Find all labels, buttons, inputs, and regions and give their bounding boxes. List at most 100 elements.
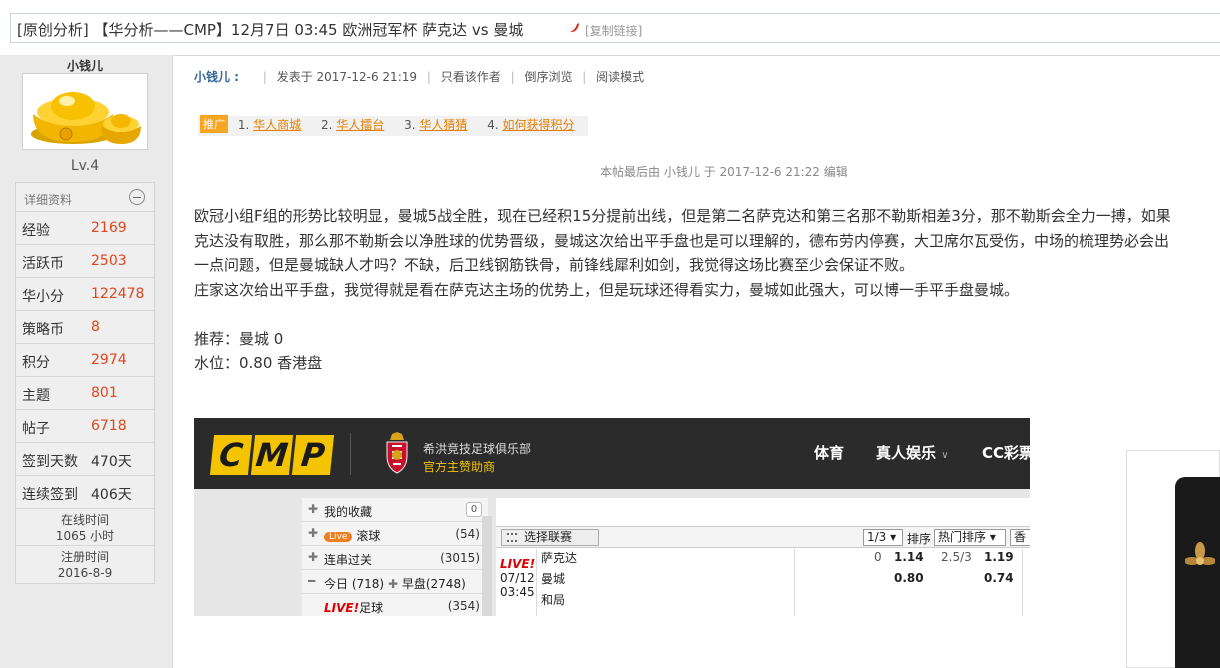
promo-item: 2. 华人擂台 — [321, 118, 384, 132]
online-value: 1065 小时 — [55, 529, 115, 543]
register-time: 注册时间 2016-8-9 — [16, 546, 154, 583]
stat-value[interactable]: 2974 — [91, 352, 127, 368]
menu-text: 滚球 — [356, 529, 381, 543]
chevron-down-icon: ∨ — [941, 450, 949, 461]
odds-cell[interactable]: 0.80 — [894, 571, 924, 585]
reverse-order-link[interactable]: 倒序浏览 — [524, 70, 572, 84]
club-crest-icon — [386, 432, 408, 474]
online-label: 在线时间 — [60, 513, 109, 527]
menu-today[interactable]: ━ 今日 (718) ✚ 早盘(2748) — [302, 570, 488, 594]
menu-label: 今日 (718) ✚ 早盘(2748) — [324, 575, 466, 592]
menu-football[interactable]: LIVE!足球 (354) — [302, 594, 488, 616]
stat-row: 签到天数 470天 — [16, 443, 154, 476]
cmp-header: C M P 希洪竞技足球俱乐部 官方主赞助商 体育 真人娱乐 ∨ CC彩票 — [194, 418, 1030, 489]
author-name[interactable]: 小钱儿 — [0, 57, 170, 74]
user-stats-panel: 详细资料 经验 2169 活跃币 2503 华小分 122478 策略币 8 积分 297… — [15, 182, 155, 584]
stat-value[interactable]: 2169 — [91, 220, 127, 236]
post-paragraph: 一点问题，但是曼城缺人才吗？不缺，后卫线钢筋铁骨，前锋线犀利如剑，我觉得这场比赛… — [194, 256, 915, 274]
menu-parlay[interactable]: ✚ 连串过关 (3015) — [302, 546, 488, 570]
post-paragraph: 欧冠小组F组的形势比较明显，曼城5战全胜，现在已经积15分提前出线，但是第二名萨… — [194, 207, 1171, 225]
expand-icon: ✚ — [308, 526, 319, 540]
sort-select[interactable]: 热门排序 ▾ — [934, 529, 1006, 546]
over-under-line: 2.5/3 — [941, 550, 972, 564]
promo-num: 2. — [320, 118, 333, 132]
post-author-link[interactable]: 小钱儿 : — [194, 70, 239, 84]
collapse-icon: ━ — [308, 574, 316, 588]
select-league-button[interactable]: 选择联赛 — [501, 529, 599, 546]
user-level: Lv.4 — [70, 158, 100, 174]
divider: | — [510, 70, 515, 84]
live-text: LIVE! — [324, 601, 360, 615]
nav-sports[interactable]: 体育 — [814, 442, 844, 463]
gold-ingot-icon — [31, 92, 141, 144]
promo-badge: 推广 — [200, 115, 228, 133]
stat-value: 406天 — [91, 487, 132, 503]
stat-row: 帖子 6718 — [16, 410, 154, 443]
menu-text[interactable]: 早盘 — [402, 577, 426, 591]
stat-value[interactable]: 2503 — [91, 253, 127, 269]
nav-lottery[interactable]: CC彩票 — [982, 442, 1030, 463]
promo-link[interactable]: 如何获得积分 — [502, 118, 574, 132]
odds-cell[interactable]: 1.14 — [894, 550, 924, 564]
promo-num: 1. — [237, 118, 250, 132]
menu-label: LIVE!足球 — [324, 599, 383, 616]
stat-row: 策略币 8 — [16, 311, 154, 344]
author-only-link[interactable]: 只看该作者 — [441, 70, 501, 84]
home-team: 萨克达 — [541, 551, 578, 565]
stat-value[interactable]: 801 — [91, 385, 118, 401]
stat-value[interactable]: 122478 — [91, 286, 144, 302]
odds-type-select[interactable]: 1/3 ▾ — [863, 529, 903, 546]
stat-key: 华小分 — [22, 289, 64, 305]
thread-title: [原创分析] 【华分析——CMP】12月7日 03:45 欧洲冠军杯 萨克达 v… — [17, 21, 524, 39]
button-label: 选择联赛 — [524, 530, 573, 544]
stat-key: 帖子 — [22, 421, 50, 437]
copy-link-button[interactable]: [复制链接] — [585, 22, 642, 39]
sponsor-label: 官方主赞助商 — [423, 460, 496, 474]
read-mode-link[interactable]: 阅读模式 — [596, 70, 644, 84]
odds-cell[interactable]: 1.19 — [984, 550, 1014, 564]
divider: | — [582, 70, 587, 84]
stat-key: 连续签到 — [22, 487, 78, 503]
collapse-icon[interactable] — [129, 189, 145, 205]
region-select[interactable]: 香 — [1010, 529, 1030, 546]
match-row[interactable]: LIVE! 07/12 03:45 萨克达 曼城 和局 0 1.14 2.5/3… — [496, 549, 1030, 616]
nav-label: 真人娱乐 — [876, 444, 937, 462]
promo-link[interactable]: 华人商城 — [253, 118, 301, 132]
divider — [794, 549, 795, 616]
avatar[interactable] — [22, 73, 148, 150]
phone-ad[interactable] — [1126, 450, 1220, 668]
expand-icon: ✚ — [308, 550, 319, 564]
post-paragraph — [194, 302, 1220, 327]
promo-item: 3. 华人猜猜 — [404, 118, 467, 132]
odds-cell[interactable]: 0.74 — [984, 571, 1014, 585]
post-paragraph: 推荐：曼城 0 — [194, 329, 284, 348]
nav-live-casino[interactable]: 真人娱乐 ∨ — [876, 442, 949, 463]
match-date: 07/12 — [500, 571, 535, 585]
live-pill: Live — [324, 532, 353, 542]
stat-key: 策略币 — [22, 322, 64, 338]
post-meta: 小钱儿 : | 发表于 2017-12-6 21:19 | 只看该作者 | 倒序… — [194, 68, 644, 85]
menu-favorites[interactable]: ✚ 我的收藏 0 — [302, 498, 488, 522]
post-paragraph: 克达没有取胜，那么那不勒斯会以净胜球的优势晋级，曼城这次给出平手盘也是可以理解的… — [194, 231, 1170, 250]
stat-value[interactable]: 8 — [91, 319, 100, 335]
flower-icon — [1185, 542, 1215, 565]
divider — [350, 433, 351, 475]
scrollbar[interactable] — [482, 516, 492, 616]
count-badge: 0 — [466, 502, 482, 517]
stat-value[interactable]: 6718 — [91, 418, 127, 434]
menu-inplay[interactable]: ✚ Live 滚球 (54) — [302, 522, 488, 546]
promo-num: 3. — [404, 118, 416, 132]
menu-text: 足球 — [359, 601, 384, 615]
hot-pepper-icon — [570, 23, 579, 33]
menu-count: (3015) — [440, 551, 480, 565]
embedded-screenshot[interactable]: C M P 希洪竞技足球俱乐部 官方主赞助商 体育 真人娱乐 ∨ CC彩票 ✚ … — [194, 418, 1030, 616]
online-time: 在线时间 1065 小时 — [16, 509, 154, 546]
menu-count: (2748) — [425, 577, 466, 591]
stat-key: 积分 — [22, 355, 50, 371]
post-paragraph: 庄家这次给出平手盘，我觉得就是看在萨克达主场的优势上，但是玩球还得看实力，曼城如… — [194, 280, 1020, 299]
post-body: 欧冠小组F组的形势比较明显，曼城5战全胜，现在已经积15分提前出线，但是第二名萨… — [194, 204, 1220, 376]
logo-letter: M — [250, 435, 294, 475]
match-clock: 03:45 — [500, 585, 535, 599]
promo-link[interactable]: 华人擂台 — [336, 118, 384, 132]
promo-link[interactable]: 华人猜猜 — [419, 118, 467, 132]
